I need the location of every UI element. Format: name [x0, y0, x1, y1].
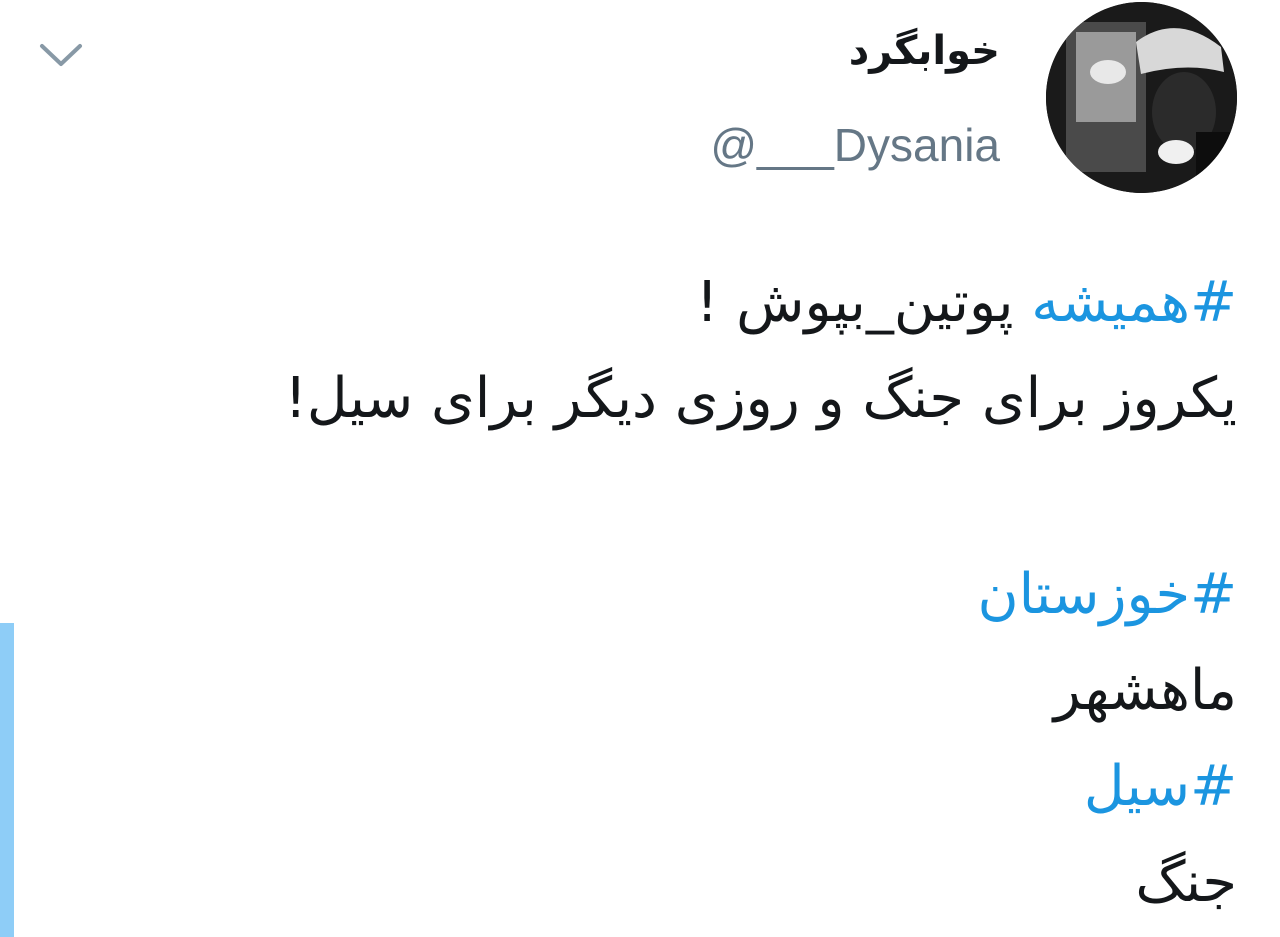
tweet-line: #همیشه پوتین_بپوش !	[87, 255, 1237, 351]
tweet-line: یکروز برای جنگ و روزی دیگر برای سیل!	[87, 351, 1237, 447]
author-handle[interactable]: @___Dysania	[710, 118, 1000, 172]
hashtag-link[interactable]: #سیل	[1084, 754, 1237, 819]
side-accent-bar	[0, 623, 14, 937]
tweet-line-text: جنگ	[1135, 850, 1237, 915]
tweet-line: جنگ	[87, 835, 1237, 931]
chevron-down-icon[interactable]	[38, 40, 84, 70]
tweet-line-text: یکروز برای جنگ و روزی دیگر برای سیل!	[284, 366, 1237, 431]
hashtag-link[interactable]: #خوزستان	[977, 562, 1237, 627]
hashtag-link[interactable]: #همیشه	[1031, 270, 1237, 335]
tweet-line: #خوزستان	[87, 547, 1237, 643]
tweet-text: #همیشه پوتین_بپوش ! یکروز برای جنگ و روز…	[87, 255, 1237, 931]
tweet-line-text: ماهشهر	[1053, 658, 1237, 723]
tweet-line: ماهشهر	[87, 643, 1237, 739]
author-display-name[interactable]: خوابگرد	[849, 28, 1000, 74]
tweet-line-text: پوتین_بپوش !	[695, 270, 1032, 335]
avatar[interactable]	[1046, 2, 1237, 193]
tweet-line: #سیل	[87, 739, 1237, 835]
